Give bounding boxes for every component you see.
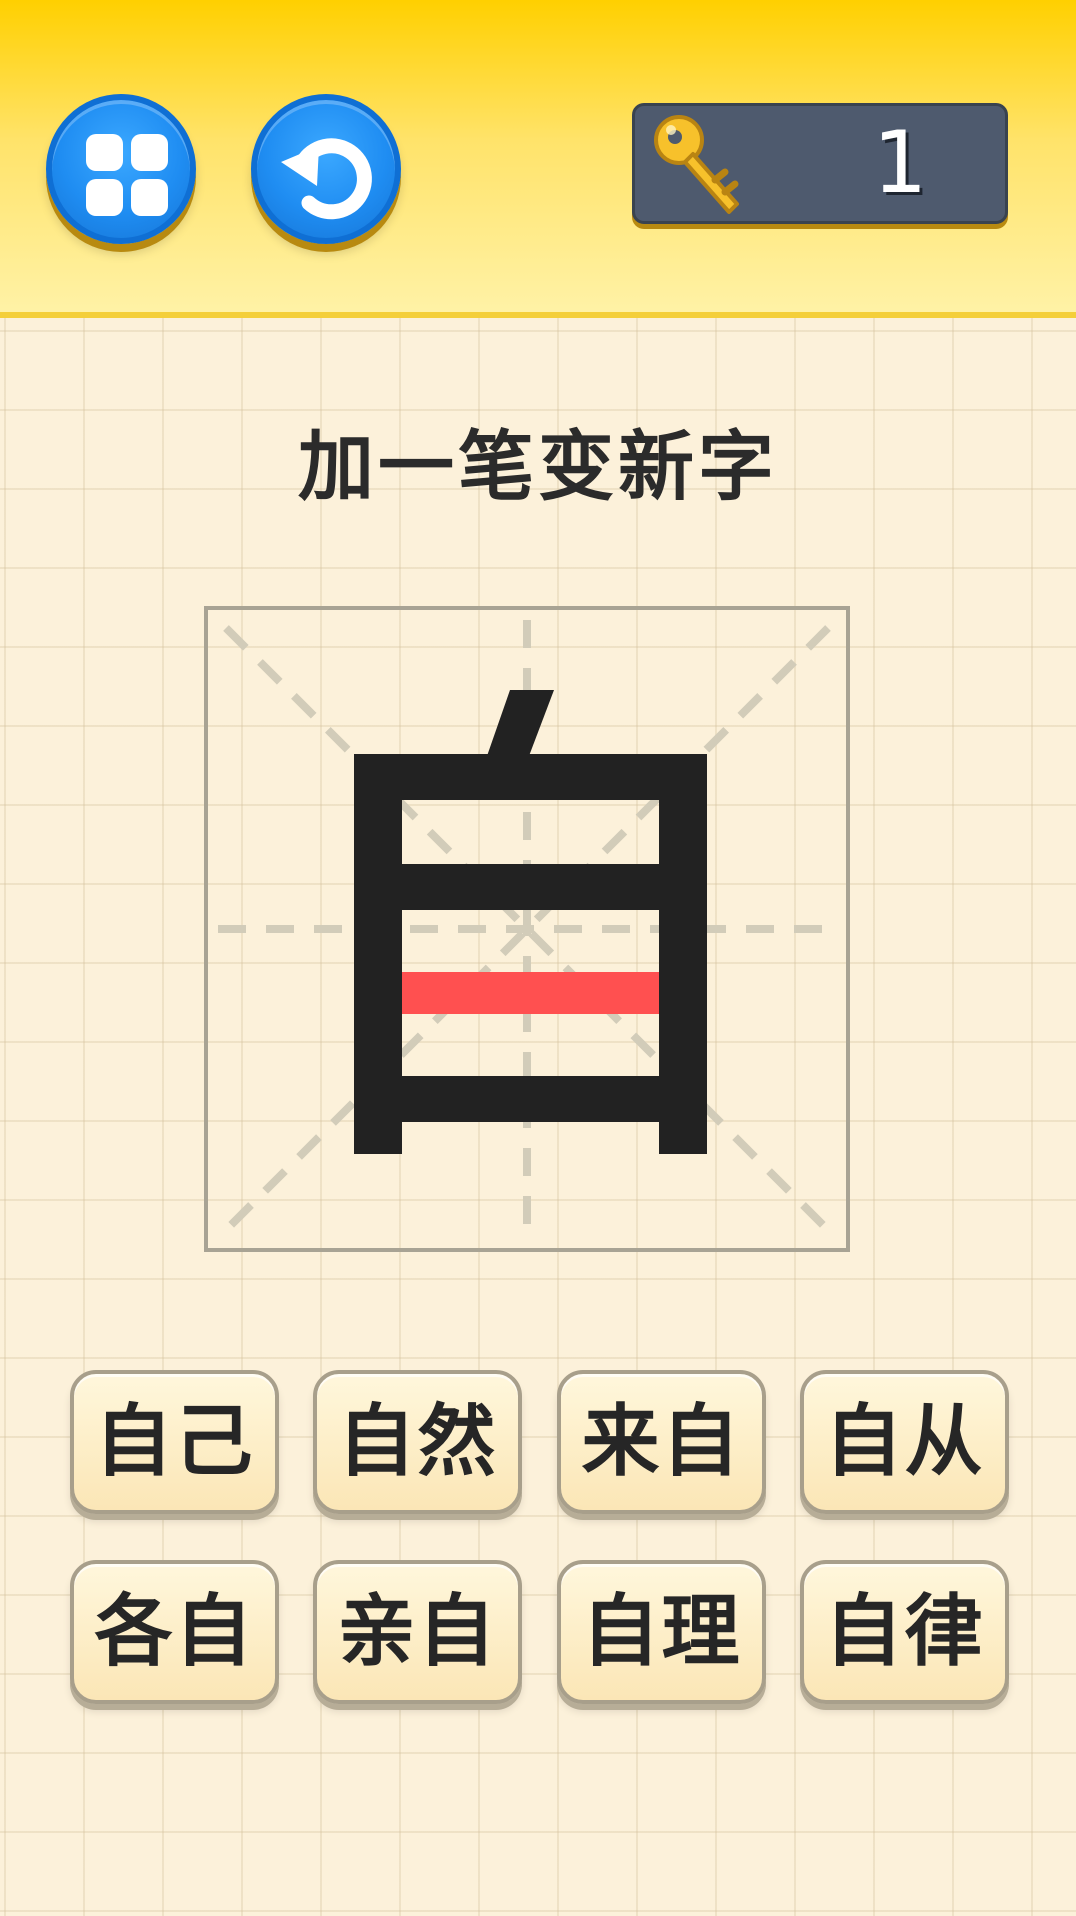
answer-button[interactable]: 自己 <box>70 1370 279 1514</box>
top-bar: 1 <box>0 0 1076 318</box>
key-icon <box>654 115 739 214</box>
answer-button[interactable]: 自理 <box>557 1560 766 1704</box>
restart-icon <box>281 138 372 220</box>
character-drawing <box>218 620 836 1238</box>
grid-icon <box>86 134 168 216</box>
menu-button[interactable] <box>46 94 196 244</box>
answer-button[interactable]: 自然 <box>313 1370 522 1514</box>
key-counter: 1 <box>632 103 1008 224</box>
answer-button[interactable]: 自律 <box>800 1560 1009 1704</box>
answer-button[interactable]: 亲自 <box>313 1560 522 1704</box>
key-count: 1 <box>872 113 928 213</box>
character-board[interactable] <box>204 606 850 1252</box>
restart-button[interactable] <box>251 94 401 244</box>
answer-button[interactable]: 自从 <box>800 1370 1009 1514</box>
answer-button[interactable]: 来自 <box>557 1370 766 1514</box>
added-stroke <box>402 972 659 1014</box>
puzzle-title: 加一笔变新字 <box>298 422 778 511</box>
answer-button[interactable]: 各自 <box>70 1560 279 1704</box>
